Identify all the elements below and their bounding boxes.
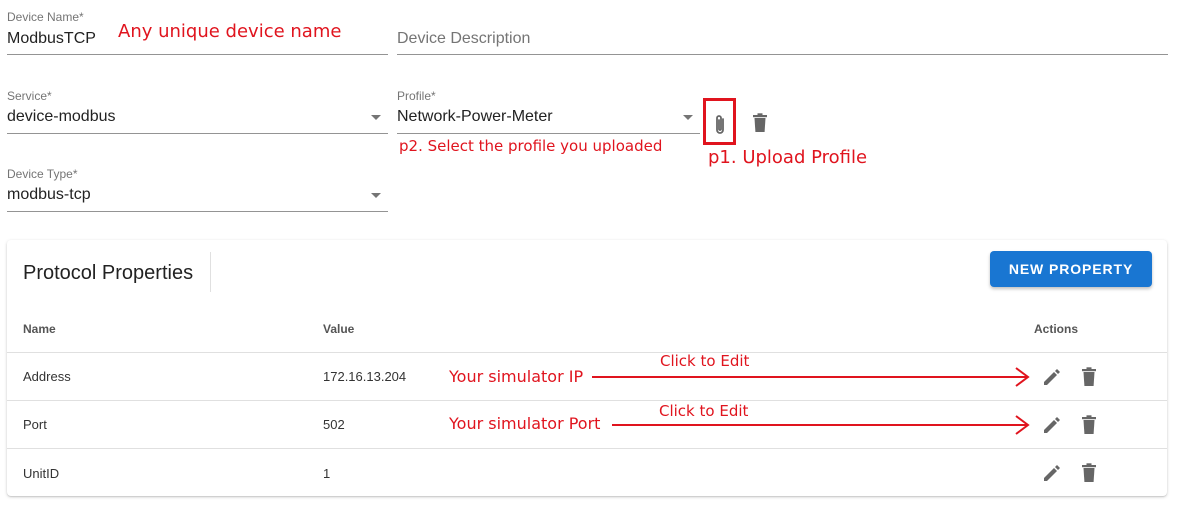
annotation-arrows bbox=[592, 367, 1030, 435]
